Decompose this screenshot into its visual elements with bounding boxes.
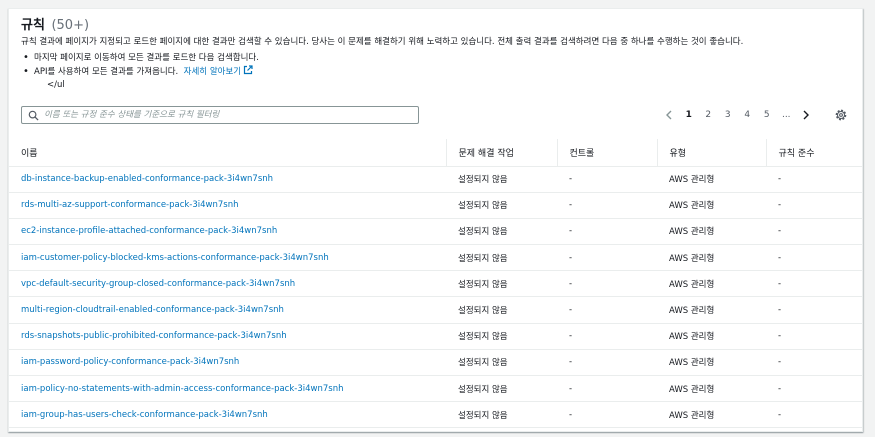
remediation-cell: 설정되지 않음 [446,218,557,246]
type-cell: AWS 관리형 [657,218,766,246]
remediation-cell: 설정되지 않음 [446,244,557,272]
rule-name-link[interactable]: iam-policy-no-statements-with-admin-acce… [9,375,446,403]
page-button-3[interactable]: 3 [718,110,738,120]
page-button-2[interactable]: 2 [699,110,719,120]
page-button-5[interactable]: 5 [757,110,777,120]
rule-name-link[interactable]: vpc-default-security-group-closed-confor… [9,270,446,298]
table-row: iam-group-has-users-check-conformance-pa… [9,401,862,429]
type-cell: AWS 관리형 [657,166,766,193]
stray-markup-text: </ul [47,80,65,90]
rule-name-link[interactable]: rds-snapshots-public-prohibited-conforma… [9,323,446,350]
type-cell: AWS 관리형 [657,244,766,272]
suggestion-text: 마지막 페이지로 이동하여 모든 결과를 로드한 다음 검색합니다. [34,53,259,63]
control-cell: - [557,296,657,324]
control-cell: - [557,401,657,429]
compliance-cell: - [766,244,862,272]
type-cell: AWS 관리형 [657,375,766,403]
table-row: rds-snapshots-public-prohibited-conforma… [9,323,862,350]
type-cell: AWS 관리형 [657,296,766,324]
rule-name-link[interactable]: multi-region-cloudtrail-enabled-conforma… [9,296,446,324]
compliance-cell: - [766,323,862,350]
compliance-cell: - [766,270,862,298]
table-row: rds-multi-az-support-conformance-pack-3i… [9,192,862,219]
type-cell: AWS 관리형 [657,323,766,350]
rule-name-link[interactable]: rds-multi-az-support-conformance-pack-3i… [9,192,446,219]
previous-page-button[interactable] [659,106,679,124]
table-row: multi-region-cloudtrail-enabled-conforma… [9,296,862,324]
rule-name-link[interactable]: ec2-instance-profile-attached-conformanc… [9,218,446,246]
pagination: 1 2 3 4 5 ... [659,106,816,124]
suggestion-item: API를 사용하여 모든 결과를 가져옵니다. 자세히 알아보기 [21,65,850,79]
rule-name-link[interactable]: iam-password-policy-conformance-pack-3i4… [9,349,446,377]
remediation-cell: 설정되지 않음 [446,375,557,403]
remediation-cell: 설정되지 않음 [446,323,557,350]
remediation-cell: 설정되지 않음 [446,296,557,324]
remediation-cell: 설정되지 않음 [446,192,557,219]
table-toolbar: 1 2 3 4 5 ... [21,106,852,124]
control-cell: - [557,349,657,377]
learn-more-link[interactable]: 자세히 알아보기 [184,65,253,77]
control-cell: - [557,323,657,350]
rules-table: 이름 문제 해결 작업 컨트롤 유형 규칙 준수 db-instance-bac… [9,139,862,429]
compliance-cell: - [766,296,862,324]
table-row: iam-policy-no-statements-with-admin-acce… [9,375,862,403]
column-header-remediation[interactable]: 문제 해결 작업 [445,139,557,167]
table-row: iam-password-policy-conformance-pack-3i4… [9,349,862,377]
compliance-cell: - [766,375,862,403]
remediation-cell: 설정되지 않음 [446,270,557,298]
rule-count: (50+) [51,18,90,33]
control-cell: - [557,375,657,403]
remediation-cell: 설정되지 않음 [446,401,557,429]
control-cell: - [557,218,657,246]
control-cell: - [557,166,657,193]
column-header-type[interactable]: 유형 [656,139,766,167]
search-input[interactable] [44,108,414,122]
table-row: iam-customer-policy-blocked-kms-actions-… [9,244,862,272]
suggestion-list: 마지막 페이지로 이동하여 모든 결과를 로드한 다음 검색합니다. API를 … [21,51,850,79]
control-cell: - [557,244,657,272]
suggestion-text: API를 사용하여 모든 결과를 가져옵니다. [34,67,179,77]
remediation-cell: 설정되지 않음 [446,349,557,377]
rules-header: 규칙 (50+) 규칙 결과에 페이지가 지정되고 로드한 페이지에 대한 결과… [9,9,862,91]
type-cell: AWS 관리형 [657,270,766,298]
search-icon [28,110,39,121]
rule-name-link[interactable]: db-instance-backup-enabled-conformance-p… [9,166,446,193]
remediation-cell: 설정되지 않음 [446,166,557,193]
settings-gear-icon[interactable] [834,108,848,122]
type-cell: AWS 관리형 [657,349,766,377]
rules-panel: 규칙 (50+) 규칙 결과에 페이지가 지정되고 로드한 페이지에 대한 결과… [8,8,863,432]
compliance-cell: - [766,166,862,193]
compliance-cell: - [766,401,862,429]
type-cell: AWS 관리형 [657,192,766,219]
chevron-left-icon [666,110,672,120]
table-row: ec2-instance-profile-attached-conformanc… [9,218,862,246]
next-page-button[interactable] [796,106,816,124]
rule-name-link[interactable]: iam-customer-policy-blocked-kms-actions-… [9,244,446,272]
column-header-compliance[interactable]: 규칙 준수 [765,139,862,167]
suggestion-item: 마지막 페이지로 이동하여 모든 결과를 로드한 다음 검색합니다. [21,51,850,65]
page-button-4[interactable]: 4 [738,110,758,120]
rule-name-link[interactable]: iam-group-has-users-check-conformance-pa… [9,401,446,429]
external-link-icon[interactable] [243,65,253,75]
compliance-cell: - [766,349,862,377]
compliance-cell: - [766,218,862,246]
table-row: vpc-default-security-group-closed-confor… [9,270,862,298]
compliance-cell: - [766,192,862,219]
column-header-control[interactable]: 컨트롤 [556,139,657,167]
control-cell: - [557,192,657,219]
description-text: 규칙 결과에 페이지가 지정되고 로드한 페이지에 대한 결과만 검색할 수 있… [21,37,744,47]
page-button-1[interactable]: 1 [679,110,699,120]
type-cell: AWS 관리형 [657,401,766,429]
chevron-right-icon [803,110,809,120]
title-text: 규칙 [21,18,45,33]
learn-more-label[interactable]: 자세히 알아보기 [184,67,241,77]
column-header-name[interactable]: 이름 [9,139,446,167]
search-box[interactable] [21,106,419,124]
page-ellipsis: ... [781,110,791,120]
table-header-row: 이름 문제 해결 작업 컨트롤 유형 규칙 준수 [9,139,862,167]
control-cell: - [557,270,657,298]
table-row: db-instance-backup-enabled-conformance-p… [9,166,862,193]
page-title: 규칙 (50+) [21,17,850,35]
